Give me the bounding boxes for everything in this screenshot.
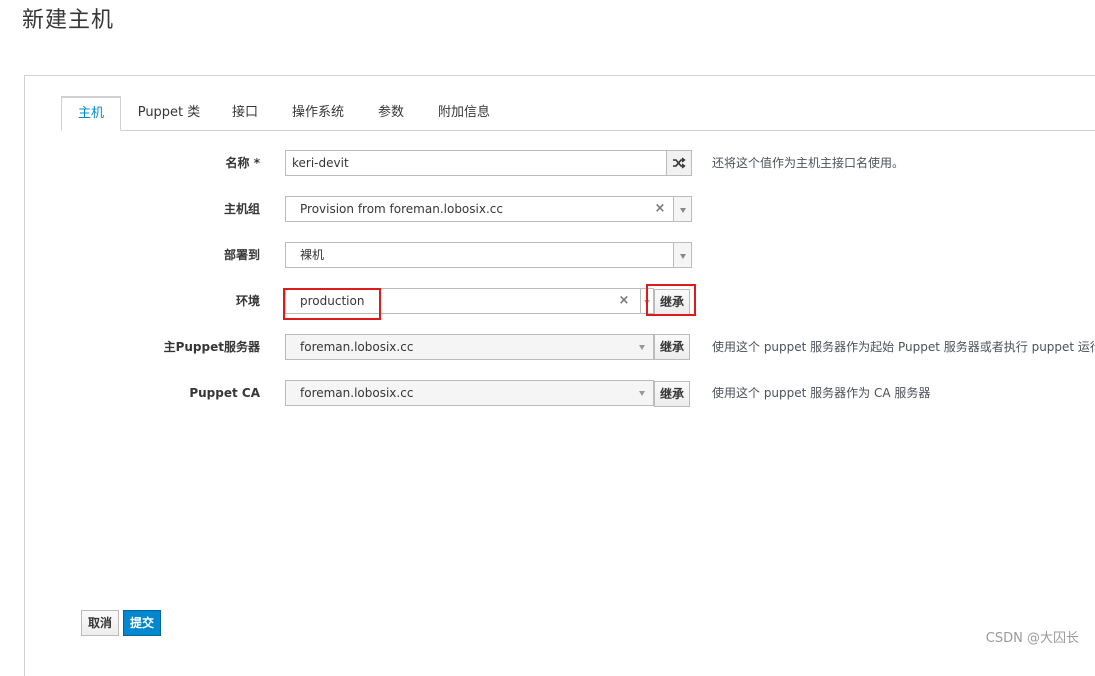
- form-panel: 主机 Puppet 类 接口 操作系统 参数 附加信息 名称 * keri-de…: [24, 75, 1095, 676]
- chevron-down-icon[interactable]: [673, 197, 691, 221]
- hostgroup-label: 主机组: [223, 202, 260, 216]
- chevron-down-icon[interactable]: [673, 243, 691, 267]
- tab-puppet-classes[interactable]: Puppet 类: [131, 96, 207, 129]
- name-label: 名称 *: [225, 156, 260, 170]
- highlight-box-inherit-button: [646, 284, 696, 316]
- puppet-master-inherit-button[interactable]: 继承: [654, 334, 691, 360]
- watermark: CSDN @大囚长: [985, 631, 1079, 646]
- hostgroup-value: Provision from foreman.lobosix.cc: [300, 202, 503, 216]
- deploy-value: 裸机: [300, 248, 325, 262]
- shuffle-icon[interactable]: [666, 151, 691, 175]
- row-environment: 环境 production × 继承: [25, 288, 1095, 316]
- tab-interfaces[interactable]: 接口: [221, 96, 269, 129]
- name-value: keri-devit: [292, 156, 349, 170]
- tab-operating-system[interactable]: 操作系统: [283, 96, 353, 129]
- tab-additional-info[interactable]: 附加信息: [429, 96, 499, 129]
- row-deploy: 部署到 裸机: [25, 242, 1095, 270]
- cancel-button[interactable]: 取消: [81, 610, 120, 636]
- row-puppet-master: 主Puppet服务器 foreman.lobosix.cc 继承 使用这个 pu…: [25, 334, 1095, 362]
- row-name: 名称 * keri-devit 还将这个值作为主机主接口名使用。: [25, 150, 1095, 178]
- puppet-master-label: 主Puppet服务器: [163, 340, 260, 354]
- name-input[interactable]: keri-devit: [285, 150, 692, 176]
- tab-bar: 主机 Puppet 类 接口 操作系统 参数 附加信息: [61, 96, 1095, 131]
- puppet-ca-label: Puppet CA: [189, 386, 260, 400]
- environment-label: 环境: [235, 294, 260, 308]
- tab-host[interactable]: 主机: [61, 96, 121, 131]
- puppet-ca-help-text: 使用这个 puppet 服务器作为 CA 服务器: [712, 386, 931, 400]
- row-puppet-ca: Puppet CA foreman.lobosix.cc 继承 使用这个 pup…: [25, 380, 1095, 408]
- chevron-down-icon[interactable]: [639, 391, 645, 396]
- highlight-box-environment-value: [283, 288, 381, 320]
- tab-parameters[interactable]: 参数: [366, 96, 416, 129]
- hostgroup-select[interactable]: Provision from foreman.lobosix.cc ×: [285, 196, 692, 222]
- name-help-text: 还将这个值作为主机主接口名使用。: [712, 156, 905, 170]
- puppet-master-help-text: 使用这个 puppet 服务器作为起始 Puppet 服务器或者执行 puppe…: [712, 340, 1095, 354]
- puppet-ca-value: foreman.lobosix.cc: [300, 386, 414, 400]
- puppet-master-value: foreman.lobosix.cc: [300, 340, 414, 354]
- puppet-ca-select[interactable]: foreman.lobosix.cc: [285, 380, 654, 406]
- chevron-down-icon[interactable]: [639, 345, 645, 350]
- puppet-master-select[interactable]: foreman.lobosix.cc: [285, 334, 654, 360]
- required-mark: *: [253, 156, 260, 170]
- row-hostgroup: 主机组 Provision from foreman.lobosix.cc ×: [25, 196, 1095, 224]
- clear-icon[interactable]: ×: [617, 289, 631, 313]
- clear-icon[interactable]: ×: [653, 197, 667, 221]
- deploy-select[interactable]: 裸机: [285, 242, 692, 268]
- deploy-label: 部署到: [223, 248, 260, 262]
- page-title: 新建主机: [22, 8, 115, 33]
- puppet-ca-inherit-button[interactable]: 继承: [654, 381, 691, 407]
- submit-button[interactable]: 提交: [123, 610, 162, 636]
